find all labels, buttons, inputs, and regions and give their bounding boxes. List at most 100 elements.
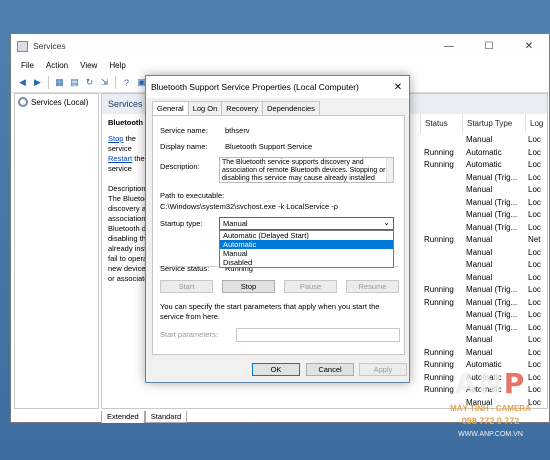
cell-logon: Loc (528, 147, 541, 157)
watermark-tagline: MÁY TÍNH - CAMERA (450, 404, 531, 413)
cell-startup: Manual (Trig... (466, 222, 518, 232)
dialog-tabs: General Log On Recovery Dependencies (152, 101, 320, 116)
refresh-icon[interactable]: ↻ (83, 76, 96, 89)
startup-type-select[interactable]: Manual ⌄ (219, 217, 394, 230)
cell-startup: Manual (466, 135, 493, 144)
option-automatic[interactable]: Automatic (220, 240, 393, 249)
cell-startup: Manual (466, 247, 493, 257)
apply-button[interactable]: Apply (359, 363, 407, 376)
description-scrollbar[interactable] (386, 158, 393, 182)
cell-startup: Automatic (466, 160, 502, 169)
column-header-status[interactable]: Status (420, 114, 462, 133)
option-automatic-delayed[interactable]: Automatic (Delayed Start) (220, 231, 393, 240)
cell-startup: Manual (466, 272, 493, 282)
cell-startup: Manual (Trig... (466, 322, 518, 332)
menu-help[interactable]: Help (103, 61, 131, 70)
option-disabled[interactable]: Disabled (220, 258, 393, 267)
start-button[interactable]: Start (160, 280, 213, 293)
menu-action[interactable]: Action (40, 61, 74, 70)
cell-startup: Manual (Trig... (466, 197, 518, 207)
dialog-close-button[interactable]: ✕ (387, 82, 409, 93)
startup-type-dropdown: Automatic (Delayed Start) Automatic Manu… (219, 230, 394, 268)
cell-startup: Manual (Trig... (466, 210, 518, 219)
cancel-button[interactable]: Cancel (306, 363, 354, 376)
window-titlebar[interactable]: Services — ☐ ✕ (11, 34, 549, 58)
forward-arrow-icon[interactable]: ▶ (31, 76, 44, 89)
column-header-log-on-as[interactable]: Log (525, 114, 547, 133)
start-parameters-input[interactable] (236, 328, 400, 342)
description-textbox[interactable]: The Bluetooth service supports discovery… (219, 157, 394, 183)
dialog-title: Bluetooth Support Service Properties (Lo… (151, 82, 359, 92)
cell-logon: Loc (528, 260, 541, 269)
menu-file[interactable]: File (15, 61, 40, 70)
maximize-button[interactable]: ☐ (469, 34, 509, 58)
tab-log-on[interactable]: Log On (187, 101, 223, 115)
cell-startup: Manual (466, 185, 493, 194)
column-header-startup-type[interactable]: Startup Type (462, 114, 525, 133)
help-text: You can specify the start parameters tha… (160, 302, 380, 321)
cell-logon: Loc (528, 135, 541, 144)
window-title: Services (33, 41, 66, 51)
gear-icon (18, 97, 28, 107)
toolbar-separator (115, 76, 116, 89)
chevron-down-icon: ⌄ (383, 218, 390, 227)
console-tree-icon[interactable]: ▦ (53, 76, 66, 89)
service-status-label: Service status: (160, 264, 210, 273)
cell-startup: Manual (466, 260, 493, 269)
ok-button[interactable]: OK (252, 363, 300, 376)
tab-extended[interactable]: Extended (101, 411, 145, 423)
display-name-value: Bluetooth Support Service (225, 142, 313, 151)
stop-button[interactable]: Stop (222, 280, 275, 293)
anp-logo: ANP (454, 367, 527, 400)
cell-status: Running (424, 297, 454, 307)
menu-bar: File Action View Help (11, 58, 549, 73)
cell-startup: Manual (Trig... (466, 310, 518, 319)
watermark-url: WWW.ANP.COM.VN (458, 431, 523, 438)
tree-item-services-local[interactable]: Services (Local) (15, 94, 98, 110)
cell-status: Running (424, 285, 454, 294)
cell-startup: Manual (466, 347, 493, 357)
help-icon[interactable]: ? (120, 76, 133, 89)
general-tab-panel: Service name: bthserv Display name: Blue… (152, 115, 405, 355)
export-list-icon[interactable]: ⇲ (98, 76, 111, 89)
cell-startup: Manual (Trig... (466, 297, 518, 307)
tab-general[interactable]: General (152, 101, 189, 116)
cell-logon: Loc (528, 185, 541, 194)
startup-type-value: Manual (223, 219, 248, 228)
back-arrow-icon[interactable]: ◀ (16, 76, 29, 89)
console-tree: Services (Local) (14, 93, 99, 409)
service-name-value: bthserv (225, 126, 250, 135)
cell-status: Running (424, 360, 454, 369)
cell-startup: Manual (466, 235, 493, 244)
cell-logon: Loc (528, 222, 541, 232)
minimize-button[interactable]: — (429, 34, 469, 58)
service-name-label: Service name: (160, 126, 208, 135)
details-view-icon[interactable]: ▤ (68, 76, 81, 89)
cell-logon: Loc (528, 297, 541, 307)
dialog-titlebar[interactable]: Bluetooth Support Service Properties (Lo… (146, 76, 409, 98)
cell-logon: Loc (528, 335, 541, 344)
cell-logon: Loc (528, 310, 541, 319)
cell-logon: Loc (528, 347, 541, 357)
description-text: The Bluetooth service supports discovery… (222, 159, 386, 182)
tab-dependencies[interactable]: Dependencies (261, 101, 320, 115)
view-tabs: Extended Standard (101, 411, 188, 423)
watermark-phone: 098 772 0 772 (461, 416, 520, 426)
cell-logon: Loc (528, 172, 541, 182)
tab-standard[interactable]: Standard (144, 411, 188, 423)
cell-status: Running (424, 347, 454, 357)
cell-status: Running (424, 160, 454, 169)
cell-startup: Manual (Trig... (466, 172, 518, 182)
pause-button[interactable]: Pause (284, 280, 337, 293)
option-manual[interactable]: Manual (220, 249, 393, 258)
cell-logon: Loc (528, 247, 541, 257)
cell-logon: Loc (528, 160, 541, 169)
toolbar-separator (48, 76, 49, 89)
resume-button[interactable]: Resume (346, 280, 399, 293)
display-name-label: Display name: (160, 142, 208, 151)
cell-logon: Loc (528, 210, 541, 219)
close-button[interactable]: ✕ (509, 34, 549, 58)
cell-logon: Loc (528, 360, 541, 369)
tab-recovery[interactable]: Recovery (221, 101, 263, 115)
menu-view[interactable]: View (74, 61, 103, 70)
